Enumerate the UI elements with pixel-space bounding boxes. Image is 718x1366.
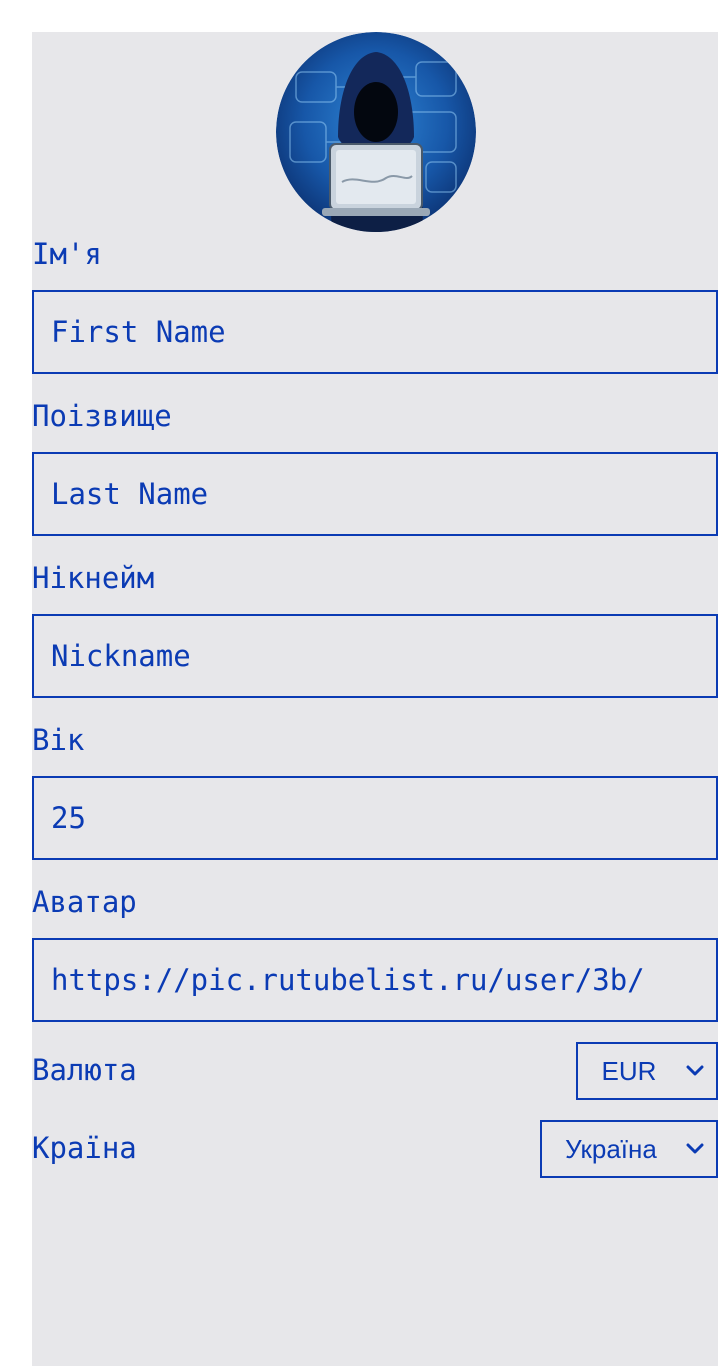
profile-form-panel: Ім'я Поізвище Нікнейм Вік Аватар Валюта …: [32, 32, 718, 1366]
currency-selected-value: EUR: [601, 1055, 657, 1086]
currency-select[interactable]: EUR: [576, 1042, 718, 1100]
country-label: Країна: [32, 1131, 137, 1165]
currency-label: Валюта: [32, 1053, 137, 1087]
avatar: [276, 32, 476, 232]
chevron-down-icon: [680, 1065, 710, 1077]
last-name-input[interactable]: [32, 452, 718, 536]
first-name-label: Ім'я: [32, 237, 102, 271]
age-label: Вік: [32, 723, 85, 757]
avatar-url-input[interactable]: [32, 938, 718, 1022]
last-name-label: Поізвище: [32, 399, 172, 433]
hooded-hacker-avatar-icon: [276, 32, 476, 232]
nickname-label: Нікнейм: [32, 561, 155, 595]
avatar-url-label: Аватар: [32, 885, 137, 919]
chevron-down-icon: [680, 1143, 710, 1155]
country-select[interactable]: Україна: [540, 1120, 718, 1178]
age-input[interactable]: [32, 776, 718, 860]
nickname-input[interactable]: [32, 614, 718, 698]
first-name-input[interactable]: [32, 290, 718, 374]
country-selected-value: Україна: [565, 1133, 657, 1164]
